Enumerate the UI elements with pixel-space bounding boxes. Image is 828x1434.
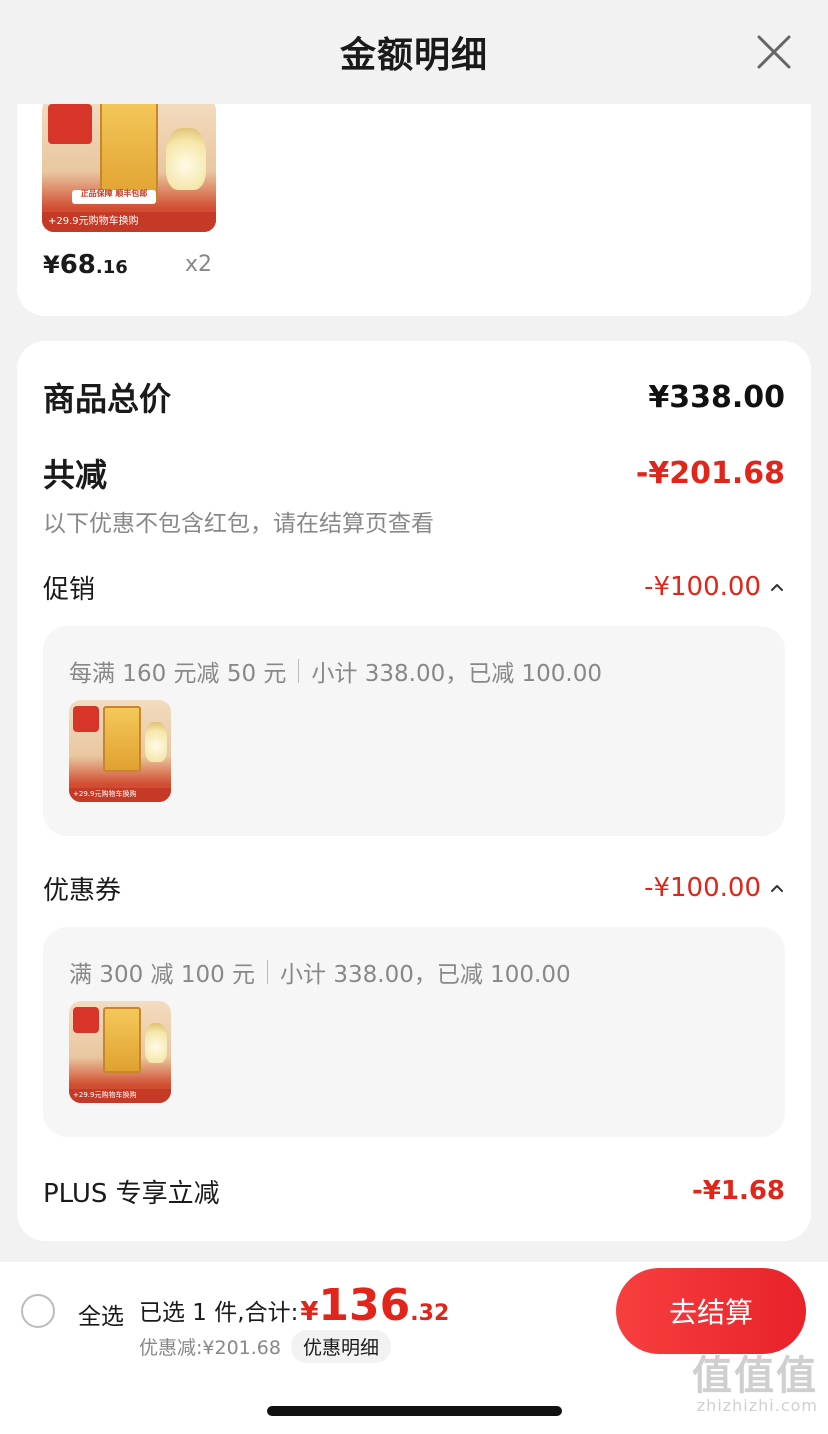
price-integer: 68 bbox=[59, 250, 96, 280]
order-total: 已选 1 件,合计: ¥ 136 .32 bbox=[139, 1280, 449, 1331]
total-reduce-value: -¥201.68 bbox=[635, 455, 785, 491]
coupon-detail-box: 满 300 减 100 元 小计 338.00，已减 100.00 +29.9元… bbox=[43, 927, 785, 1137]
amount-detail-card: 商品总价 ¥338.00 共减 -¥201.68 以下优惠不包含红包，请在结算页… bbox=[17, 341, 811, 1241]
coupon-value-group: -¥100.00 bbox=[644, 873, 785, 903]
divider bbox=[298, 659, 300, 683]
watermark-logo: 值值值 bbox=[692, 1353, 818, 1399]
coupon-product-strip: +29.9元购物车换购 bbox=[69, 1089, 171, 1103]
coupon-row[interactable]: 优惠券 -¥100.00 bbox=[43, 868, 785, 908]
divider bbox=[267, 960, 269, 984]
coupon-label: 优惠券 bbox=[43, 875, 122, 906]
watermark: 值值值 zhizhizhi.com bbox=[678, 1356, 818, 1428]
checkout-button[interactable]: 去结算 bbox=[616, 1268, 806, 1354]
promo-value: -¥100.00 bbox=[644, 572, 761, 602]
select-all-label[interactable]: 全选 bbox=[78, 1297, 124, 1331]
selected-count-label: 已选 1 件,合计: bbox=[139, 1300, 299, 1326]
goods-total-row: 商品总价 ¥338.00 bbox=[43, 375, 785, 419]
coupon-rule: 满 300 减 100 元 bbox=[69, 962, 256, 988]
total-decimal: .32 bbox=[410, 1301, 450, 1326]
page-title: 金额明细 bbox=[339, 35, 488, 76]
product-badge: 正品保障 顺丰包邮 bbox=[72, 189, 156, 204]
total-integer: 136 bbox=[318, 1280, 411, 1331]
total-reduce-label: 共减 bbox=[43, 456, 108, 494]
discount-detail-button[interactable]: 优惠明细 bbox=[290, 1330, 391, 1363]
promo-rule: 每满 160 元减 50 元 bbox=[69, 661, 287, 687]
reduce-note: 以下优惠不包含红包，请在结算页查看 bbox=[43, 511, 434, 537]
goods-total-label: 商品总价 bbox=[43, 380, 172, 418]
total-currency: ¥ bbox=[300, 1297, 319, 1327]
coupon-subtotal: 小计 338.00，已减 100.00 bbox=[280, 962, 571, 988]
plus-discount-value: -¥1.68 bbox=[691, 1176, 785, 1206]
promo-label: 促销 bbox=[43, 574, 96, 605]
coupon-value: -¥100.00 bbox=[644, 873, 761, 903]
promo-product-strip: +29.9元购物车换购 bbox=[69, 788, 171, 802]
close-icon bbox=[757, 35, 791, 69]
home-indicator[interactable] bbox=[267, 1406, 562, 1416]
select-all-radio[interactable] bbox=[21, 1294, 55, 1328]
promo-detail-box: 每满 160 元减 50 元 小计 338.00，已减 100.00 +29.9… bbox=[43, 626, 785, 836]
product-card: 正品保障 顺丰包邮 +29.9元购物车换购 ¥ 68 .16 x2 bbox=[17, 104, 811, 316]
coupon-detail-text: 满 300 减 100 元 小计 338.00，已减 100.00 bbox=[69, 955, 571, 989]
plus-discount-label: PLUS 专享立减 bbox=[43, 1178, 220, 1209]
product-promo-strip: +29.9元购物车换购 bbox=[42, 212, 216, 232]
product-quantity: x2 bbox=[185, 252, 213, 277]
promo-row[interactable]: 促销 -¥100.00 bbox=[43, 567, 785, 607]
promo-value-group: -¥100.00 bbox=[644, 572, 785, 602]
discount-amount: 优惠减:¥201.68 bbox=[139, 1337, 281, 1359]
promo-detail-text: 每满 160 元减 50 元 小计 338.00，已减 100.00 bbox=[69, 654, 602, 688]
watermark-url: zhizhizhi.com bbox=[696, 1396, 818, 1415]
modal-header: 金额明细 bbox=[0, 0, 828, 104]
promo-subtotal: 小计 338.00，已减 100.00 bbox=[311, 661, 602, 687]
chevron-up-icon[interactable] bbox=[769, 579, 785, 595]
product-price: ¥ 68 .16 bbox=[43, 250, 128, 280]
price-currency: ¥ bbox=[43, 251, 60, 279]
total-reduce-row: 共减 -¥201.68 bbox=[43, 451, 785, 495]
plus-discount-row: PLUS 专享立减 -¥1.68 bbox=[43, 1171, 785, 1211]
promo-product-image[interactable]: +29.9元购物车换购 bbox=[69, 700, 171, 802]
close-button[interactable] bbox=[756, 34, 792, 70]
discount-line: 优惠减:¥201.68 优惠明细 bbox=[139, 1330, 391, 1363]
chevron-up-icon[interactable] bbox=[769, 880, 785, 896]
coupon-product-image[interactable]: +29.9元购物车换购 bbox=[69, 1001, 171, 1103]
product-image[interactable]: 正品保障 顺丰包邮 +29.9元购物车换购 bbox=[42, 104, 216, 232]
price-decimal: .16 bbox=[95, 257, 128, 278]
goods-total-value: ¥338.00 bbox=[648, 379, 785, 415]
